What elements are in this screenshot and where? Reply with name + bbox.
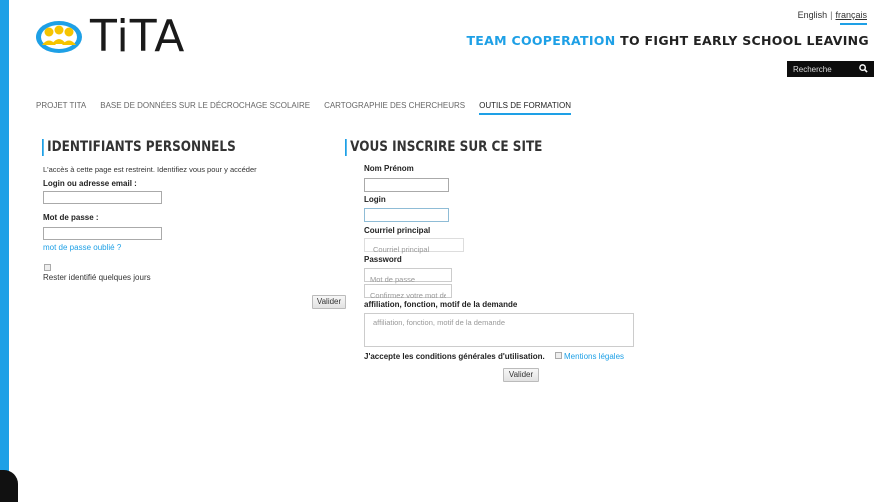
register-name-label: Nom Prénom <box>364 164 414 173</box>
forgot-password-link[interactable]: mot de passe oublié ? <box>43 243 121 252</box>
register-name-field-wrap <box>364 178 449 196</box>
lang-separator: | <box>830 10 833 20</box>
login-password-label: Mot de passe : <box>43 213 99 222</box>
register-name-field[interactable] <box>365 183 448 196</box>
tagline-highlight: TEAM COOPERATION <box>466 33 616 48</box>
main-nav: PROJET TITA BASE DE DONNÉES SUR LE DÉCRO… <box>36 101 585 115</box>
search-input[interactable] <box>793 64 855 74</box>
nav-item-cartographie[interactable]: CARTOGRAPHIE DES CHERCHEURS <box>324 101 465 110</box>
register-section-title: VOUS INSCRIRE SUR CE SITE <box>345 139 542 156</box>
nav-item-base-donnees[interactable]: BASE DE DONNÉES SUR LE DÉCROCHAGE SCOLAI… <box>100 101 310 110</box>
left-bar-corner <box>0 470 18 502</box>
login-user-label: Login ou adresse email : <box>43 179 137 188</box>
site-logo[interactable]: TiTA <box>34 12 185 62</box>
remember-checkbox[interactable] <box>44 264 51 271</box>
register-login-field[interactable] <box>365 213 448 226</box>
login-intro: L'accès à cette page est restreint. Iden… <box>43 165 257 174</box>
register-email-field[interactable] <box>365 243 463 256</box>
register-login-field-wrap <box>364 208 449 226</box>
terms-checkbox[interactable] <box>555 352 562 359</box>
register-email-field-wrap <box>364 238 464 256</box>
people-group-icon <box>36 21 82 53</box>
login-user-field-wrap <box>43 191 162 208</box>
active-lang-indicator <box>840 23 867 25</box>
language-switcher: English | français <box>798 10 867 20</box>
register-password-field-wrap <box>364 268 452 286</box>
logo-text: TiTA <box>90 11 186 62</box>
lang-french[interactable]: français <box>835 10 867 20</box>
register-submit-button[interactable]: Valider <box>503 368 539 382</box>
register-login-label: Login <box>364 195 386 204</box>
nav-item-projet[interactable]: PROJET TITA <box>36 101 86 110</box>
register-affiliation-field-wrap <box>364 313 634 347</box>
search-icon[interactable] <box>859 64 868 73</box>
nav-item-outils[interactable]: OUTILS DE FORMATION <box>479 101 571 115</box>
login-submit-button[interactable]: Valider <box>312 295 346 309</box>
register-affiliation-field[interactable] <box>365 314 633 346</box>
left-accent-bar <box>0 0 9 502</box>
register-email-label: Courriel principal <box>364 226 431 235</box>
register-password-label: Password <box>364 255 402 264</box>
terms-text: J'accepte les conditions générales d'uti… <box>364 352 545 361</box>
register-confirm-field-wrap <box>364 284 452 302</box>
login-section-title: IDENTIFIANTS PERSONNELS <box>42 139 236 156</box>
remember-label: Rester identifié quelques jours <box>43 273 151 282</box>
lang-english[interactable]: English <box>798 10 828 20</box>
search-box <box>787 61 874 77</box>
tagline-rest: TO FIGHT EARLY SCHOOL LEAVING <box>615 33 869 48</box>
terms-link[interactable]: Mentions légales <box>564 352 624 361</box>
register-affiliation-label: affiliation, fonction, motif de la deman… <box>364 300 518 309</box>
login-password-field-wrap <box>43 227 162 244</box>
login-user-field[interactable] <box>44 197 161 208</box>
site-tagline: TEAM COOPERATION TO FIGHT EARLY SCHOOL L… <box>466 33 869 48</box>
